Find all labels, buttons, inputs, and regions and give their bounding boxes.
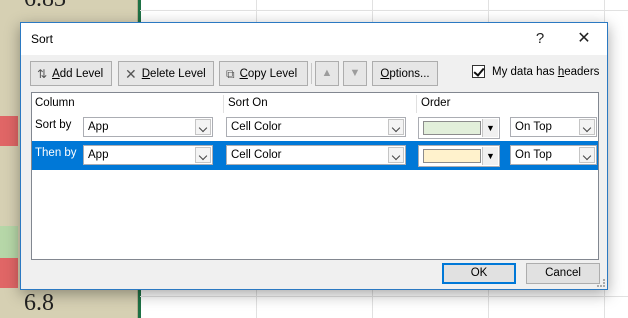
cancel-button[interactable]: Cancel xyxy=(526,263,600,284)
header-separator xyxy=(416,95,417,113)
column-dropdown[interactable]: App xyxy=(83,117,213,137)
sort-on-header: Sort On xyxy=(228,97,268,109)
delete-level-label: Delete Level xyxy=(142,68,206,80)
cell-value-top[interactable]: 6.83 xyxy=(24,0,66,13)
gridline xyxy=(140,10,628,11)
headers-checkbox-label: My data has headers xyxy=(492,66,599,78)
dialog-title: Sort xyxy=(31,32,54,46)
cell-stripe xyxy=(0,116,18,146)
dropdown-arrow-icon[interactable]: ▼ xyxy=(482,147,498,165)
add-level-rest: dd Level xyxy=(59,67,104,80)
resize-grip-icon[interactable] xyxy=(597,279,605,287)
copy-level-label: Copy Level xyxy=(240,68,298,80)
color-swatch xyxy=(423,121,481,135)
color-swatch xyxy=(423,149,481,163)
add-level-accel: A xyxy=(52,67,60,80)
toolbar-separator xyxy=(311,63,312,84)
chevron-down-icon[interactable] xyxy=(195,147,211,163)
column-dropdown[interactable]: App xyxy=(83,145,213,165)
copy-level-accel: C xyxy=(239,67,248,80)
copy-level-button[interactable]: ⧉ Copy Level xyxy=(219,61,308,86)
sort-level-row[interactable]: Sort by App Cell Color ▼ On Top xyxy=(32,113,598,142)
copy-icon: ⧉ xyxy=(226,66,235,81)
cell-value-bottom[interactable]: 6.8 xyxy=(24,290,54,317)
headers-rest: eaders xyxy=(564,65,600,78)
dialog-toolbar: ⇅ Add Level ✕ Delete Level ⧉ Copy Level … xyxy=(21,61,607,87)
sort-levels-list: Column Sort On Order Sort by App Cell Co… xyxy=(31,92,599,260)
copy-level-rest: opy Level xyxy=(247,67,298,80)
chevron-down-icon[interactable] xyxy=(388,119,404,135)
order-color-dropdown[interactable]: ▼ xyxy=(418,117,500,139)
headers-checkbox[interactable] xyxy=(472,65,485,78)
my-data-has-headers-option[interactable]: My data has headers xyxy=(472,65,599,78)
column-value: App xyxy=(88,149,109,161)
options-rest: ptions... xyxy=(389,67,430,80)
position-dropdown[interactable]: On Top xyxy=(510,145,597,165)
sort-on-value: Cell Color xyxy=(231,121,282,133)
sort-on-value: Cell Color xyxy=(231,149,282,161)
order-color-dropdown[interactable]: ▼ xyxy=(418,145,500,167)
position-dropdown[interactable]: On Top xyxy=(510,117,597,137)
row-label: Sort by xyxy=(35,119,72,131)
sort-level-row-selected[interactable]: Then by App Cell Color ▼ On Top xyxy=(32,141,598,170)
sort-dialog: Sort ? ✕ ⇅ Add Level ✕ Delete Level ⧉ Co… xyxy=(20,22,608,290)
column-header: Column xyxy=(35,97,75,109)
gridline xyxy=(140,296,628,297)
cell-stripe xyxy=(0,226,18,258)
add-level-button[interactable]: ⇅ Add Level xyxy=(30,61,112,86)
chevron-down-icon[interactable] xyxy=(579,119,595,135)
header-separator xyxy=(223,95,224,113)
options-accel: O xyxy=(380,67,390,80)
column-value: App xyxy=(88,121,109,133)
sort-on-dropdown[interactable]: Cell Color xyxy=(226,145,406,165)
move-down-button[interactable]: ▼ xyxy=(343,61,367,86)
options-button[interactable]: Options... xyxy=(372,61,438,86)
position-value: On Top xyxy=(515,121,552,133)
order-header: Order xyxy=(421,97,451,109)
ok-button[interactable]: OK xyxy=(442,263,516,284)
dialog-titlebar: Sort ? ✕ xyxy=(21,23,607,55)
headers-prefix: My data has xyxy=(492,65,558,78)
delete-level-button[interactable]: ✕ Delete Level xyxy=(118,61,214,86)
add-level-label: Add Level xyxy=(52,68,103,80)
cell-stripe xyxy=(0,258,18,288)
chevron-down-icon[interactable] xyxy=(579,147,595,163)
close-button[interactable]: ✕ xyxy=(569,27,599,51)
options-label: Options... xyxy=(380,68,429,80)
position-value: On Top xyxy=(515,149,552,161)
dropdown-arrow-icon[interactable]: ▼ xyxy=(482,119,498,137)
chevron-down-icon[interactable] xyxy=(195,119,211,135)
cell-stripe xyxy=(0,0,18,32)
sort-on-dropdown[interactable]: Cell Color xyxy=(226,117,406,137)
row-label: Then by xyxy=(35,147,77,159)
move-up-button[interactable]: ▲ xyxy=(315,61,339,86)
help-button[interactable]: ? xyxy=(525,27,555,51)
delete-x-icon: ✕ xyxy=(125,65,137,82)
delete-level-accel: D xyxy=(141,67,151,80)
chevron-down-icon[interactable] xyxy=(388,147,404,163)
delete-level-rest: elete Level xyxy=(150,67,206,80)
add-level-icon: ⇅ xyxy=(37,66,48,81)
